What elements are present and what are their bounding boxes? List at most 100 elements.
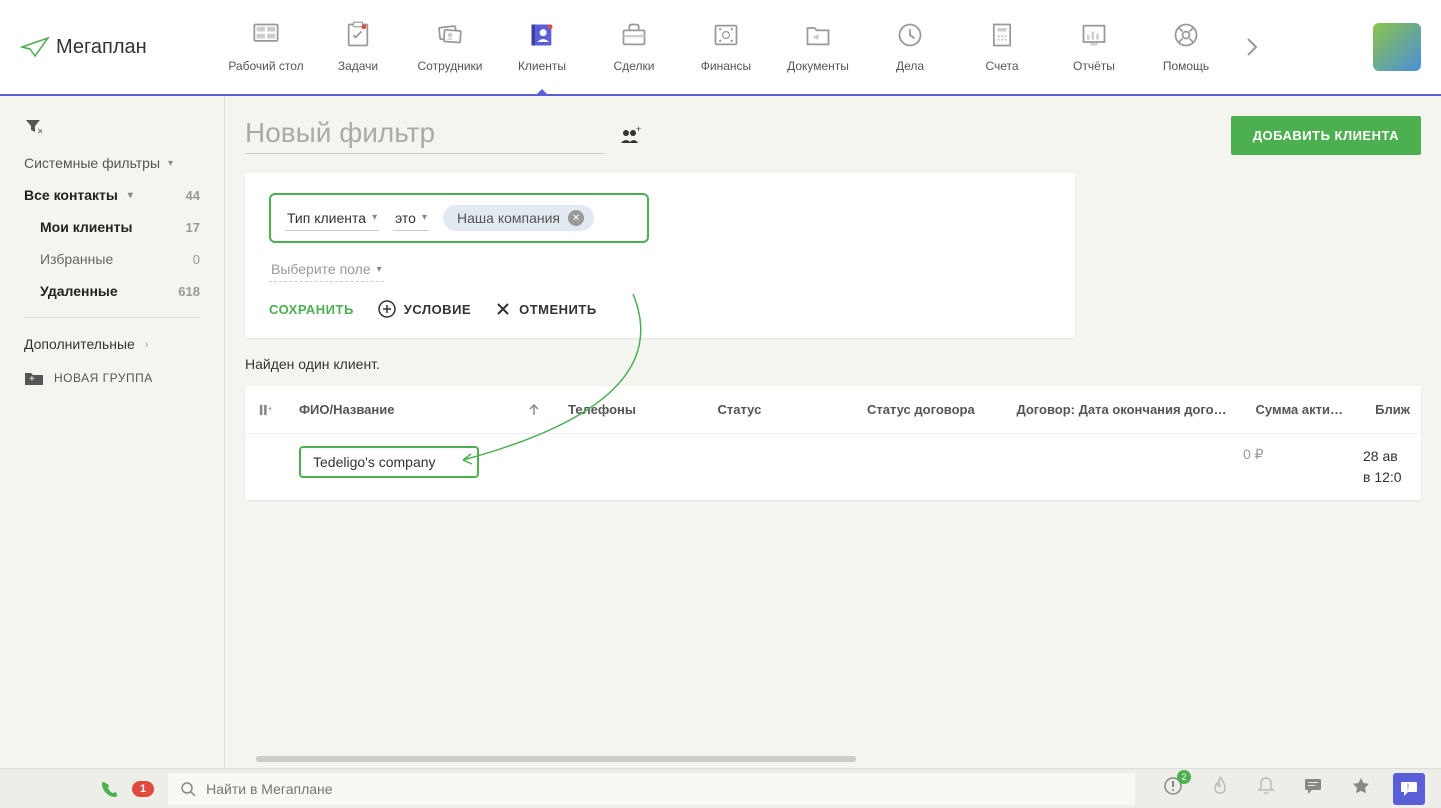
filter-actions: СОХРАНИТЬ УСЛОВИЕ ОТМЕНИТЬ — [269, 300, 1051, 318]
close-icon — [495, 301, 511, 317]
scrollbar-thumb[interactable] — [256, 756, 856, 762]
nav-label: Рабочий стол — [228, 59, 303, 73]
desktop-icon — [252, 21, 280, 49]
feedback-button[interactable]: ! — [1393, 773, 1425, 805]
sidebar-count: 0 — [193, 252, 200, 267]
th-name[interactable]: ФИО/Название — [285, 402, 514, 417]
phone-badge: 1 — [132, 781, 154, 797]
plus-circle-icon — [378, 300, 396, 318]
sidebar-new-group[interactable]: + НОВАЯ ГРУППА — [0, 360, 224, 396]
filter-operator-selector[interactable]: это ▾ — [393, 206, 429, 231]
cancel-button[interactable]: ОТМЕНИТЬ — [495, 301, 597, 317]
global-search[interactable] — [168, 773, 1135, 805]
th-contract-status[interactable]: Статус договора — [853, 402, 1002, 417]
sidebar-deleted[interactable]: Удаленные 618 — [0, 275, 224, 307]
th-contract-date[interactable]: Договор: Дата окончания дого… — [1002, 402, 1241, 417]
logo-text: Мегаплан — [56, 36, 147, 59]
add-client-button[interactable]: ДОБАВИТЬ КЛИЕНТА — [1231, 116, 1421, 155]
client-name-highlight: Tedeligo's company — [299, 446, 479, 478]
td-date-line2: в 12:0 — [1363, 467, 1407, 488]
select-field-dropdown[interactable]: Выберите поле ▾ — [269, 257, 384, 282]
nav-label: Сделки — [614, 59, 655, 73]
alerts-icon[interactable]: 2 — [1163, 776, 1183, 801]
chevron-right-icon — [1245, 36, 1259, 58]
nav-label: Помощь — [1163, 59, 1209, 73]
share-users-icon[interactable]: + — [619, 125, 641, 147]
td-date-line1: 28 ав — [1363, 446, 1407, 467]
nav-label: Документы — [787, 59, 849, 73]
sidebar-my-clients[interactable]: Мои клиенты 17 — [0, 211, 224, 243]
th-phone[interactable]: Телефоны — [554, 402, 703, 417]
table-row[interactable]: Tedeligo's company 0 ₽ 28 ав в 12:0 — [245, 434, 1421, 500]
action-label: ОТМЕНИТЬ — [519, 302, 597, 317]
chevron-right-icon: › — [145, 339, 148, 350]
new-group-label: НОВАЯ ГРУППА — [54, 371, 153, 385]
logo[interactable]: Мегаплан — [20, 36, 220, 59]
filter-panel: Тип клиента ▾ это ▾ Наша компания ✕ Выбе… — [245, 173, 1075, 338]
sidebar-item-label: Мои клиенты — [40, 219, 132, 235]
logo-icon — [20, 36, 50, 58]
filter-reset-icon[interactable]: ✕ — [0, 112, 224, 147]
chat-icon[interactable] — [1303, 777, 1323, 800]
sidebar-item-label: Все контакты — [24, 187, 118, 203]
nav-clients[interactable]: Клиенты — [496, 13, 588, 81]
nav-tasks[interactable]: Задачи — [312, 13, 404, 81]
save-button[interactable]: СОХРАНИТЬ — [269, 302, 354, 317]
nav-label: Задачи — [338, 59, 378, 73]
deals-icon — [620, 21, 648, 49]
search-icon — [180, 781, 196, 797]
nav-employees[interactable]: Сотрудники — [404, 13, 496, 81]
sidebar-item-label: Удаленные — [40, 283, 118, 299]
activities-icon — [896, 21, 924, 49]
alerts-badge: 2 — [1177, 770, 1191, 784]
filter-condition-row: Тип клиента ▾ это ▾ Наша компания ✕ — [269, 193, 649, 243]
nav-invoices[interactable]: Счета — [956, 13, 1048, 81]
nav-activities[interactable]: Дела — [864, 13, 956, 81]
help-icon — [1172, 21, 1200, 49]
sidebar: ✕ Системные фильтры ▾ Все контакты ▾ 44 … — [0, 96, 225, 768]
filter-chip-label: Наша компания — [457, 210, 560, 226]
finance-icon — [712, 21, 740, 49]
nav-more-arrow[interactable] — [1232, 13, 1272, 81]
reports-icon — [1080, 21, 1108, 49]
select-field-label: Выберите поле — [271, 261, 371, 277]
columns-config-icon[interactable]: + — [245, 403, 285, 417]
th-next[interactable]: Ближ — [1361, 402, 1421, 417]
clients-table: + ФИО/Название Телефоны Статус Статус до… — [245, 386, 1421, 500]
horizontal-scrollbar[interactable] — [250, 756, 1421, 762]
sidebar-system-filters[interactable]: Системные фильтры ▾ — [0, 147, 224, 179]
nav-reports[interactable]: Отчёты — [1048, 13, 1140, 81]
add-condition-button[interactable]: УСЛОВИЕ — [378, 300, 471, 318]
filter-op-label: это — [395, 210, 416, 226]
search-input[interactable] — [206, 781, 1123, 797]
sort-arrow-icon[interactable] — [514, 403, 554, 417]
nav-deals[interactable]: Сделки — [588, 13, 680, 81]
bottombar: 1 2 ! — [0, 768, 1441, 808]
bell-icon[interactable] — [1257, 776, 1275, 801]
sidebar-additional[interactable]: Дополнительные › — [0, 328, 224, 360]
divider — [24, 317, 200, 318]
nav-help[interactable]: Помощь — [1140, 13, 1232, 81]
action-label: УСЛОВИЕ — [404, 302, 471, 317]
nav-label: Финансы — [701, 59, 751, 73]
th-status[interactable]: Статус — [704, 402, 853, 417]
topbar: Мегаплан Рабочий стол Задачи Сотрудники … — [0, 0, 1441, 96]
fire-icon[interactable] — [1211, 776, 1229, 801]
star-icon[interactable] — [1351, 776, 1371, 801]
phone-icon[interactable] — [100, 780, 118, 798]
filter-field-selector[interactable]: Тип клиента ▾ — [285, 206, 379, 231]
th-amount[interactable]: Сумма акти… — [1242, 402, 1362, 417]
nav-finance[interactable]: Финансы — [680, 13, 772, 81]
chevron-down-icon: ▾ — [128, 190, 133, 201]
sidebar-all-contacts[interactable]: Все контакты ▾ 44 — [0, 179, 224, 211]
sidebar-heading-label: Системные фильтры — [24, 155, 160, 171]
filter-value-chip[interactable]: Наша компания ✕ — [443, 205, 594, 231]
user-avatar[interactable] — [1373, 23, 1421, 71]
nav-documents[interactable]: Документы — [772, 13, 864, 81]
nav-label: Клиенты — [518, 59, 566, 73]
sidebar-favorites[interactable]: Избранные 0 — [0, 243, 224, 275]
nav-desktop[interactable]: Рабочий стол — [220, 13, 312, 81]
chip-remove-icon[interactable]: ✕ — [568, 210, 584, 226]
sidebar-item-label: Избранные — [40, 251, 113, 267]
page-title[interactable]: Новый фильтр — [245, 117, 605, 154]
